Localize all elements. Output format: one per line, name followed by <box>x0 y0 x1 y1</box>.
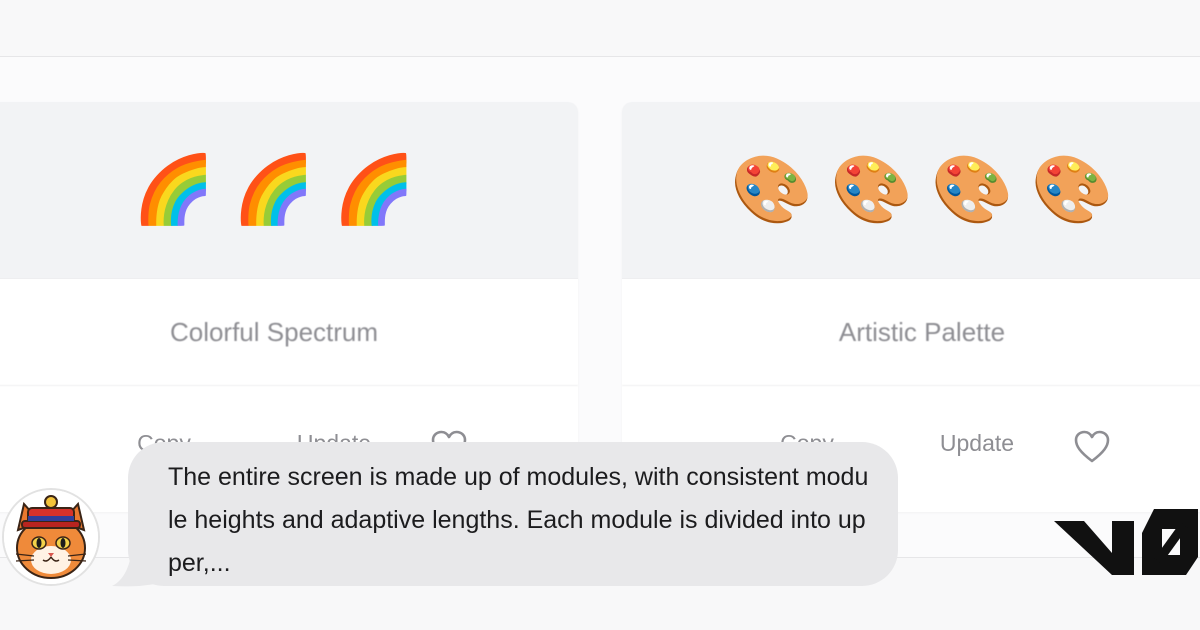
chat-message-bubble: The entire screen is made up of modules,… <box>128 442 898 586</box>
palette-emoji: 🎨 <box>830 151 913 228</box>
top-bar <box>0 0 1200 57</box>
palette-emoji: 🎨 <box>931 151 1014 228</box>
card-preview: 🌈 🌈 🌈 <box>0 102 578 279</box>
v0-logo-icon <box>1050 505 1200 581</box>
rainbow-emoji: 🌈 <box>132 151 215 228</box>
page: 🌈 🌈 🌈 Colorful Spectrum Copy Update 🎨 🎨 … <box>0 0 1200 630</box>
cat-avatar-icon <box>2 488 100 586</box>
palette-emoji: 🎨 <box>730 151 813 228</box>
palette-emoji: 🎨 <box>1031 151 1114 228</box>
card-title: Artistic Palette <box>622 279 1200 386</box>
card-preview: 🎨 🎨 🎨 🎨 <box>622 102 1200 279</box>
rainbow-emoji: 🌈 <box>333 151 416 228</box>
card-title: Colorful Spectrum <box>0 279 578 386</box>
rainbow-emoji: 🌈 <box>232 151 316 228</box>
heart-outline-icon[interactable] <box>1062 430 1122 464</box>
update-button[interactable]: Update <box>892 430 1062 457</box>
